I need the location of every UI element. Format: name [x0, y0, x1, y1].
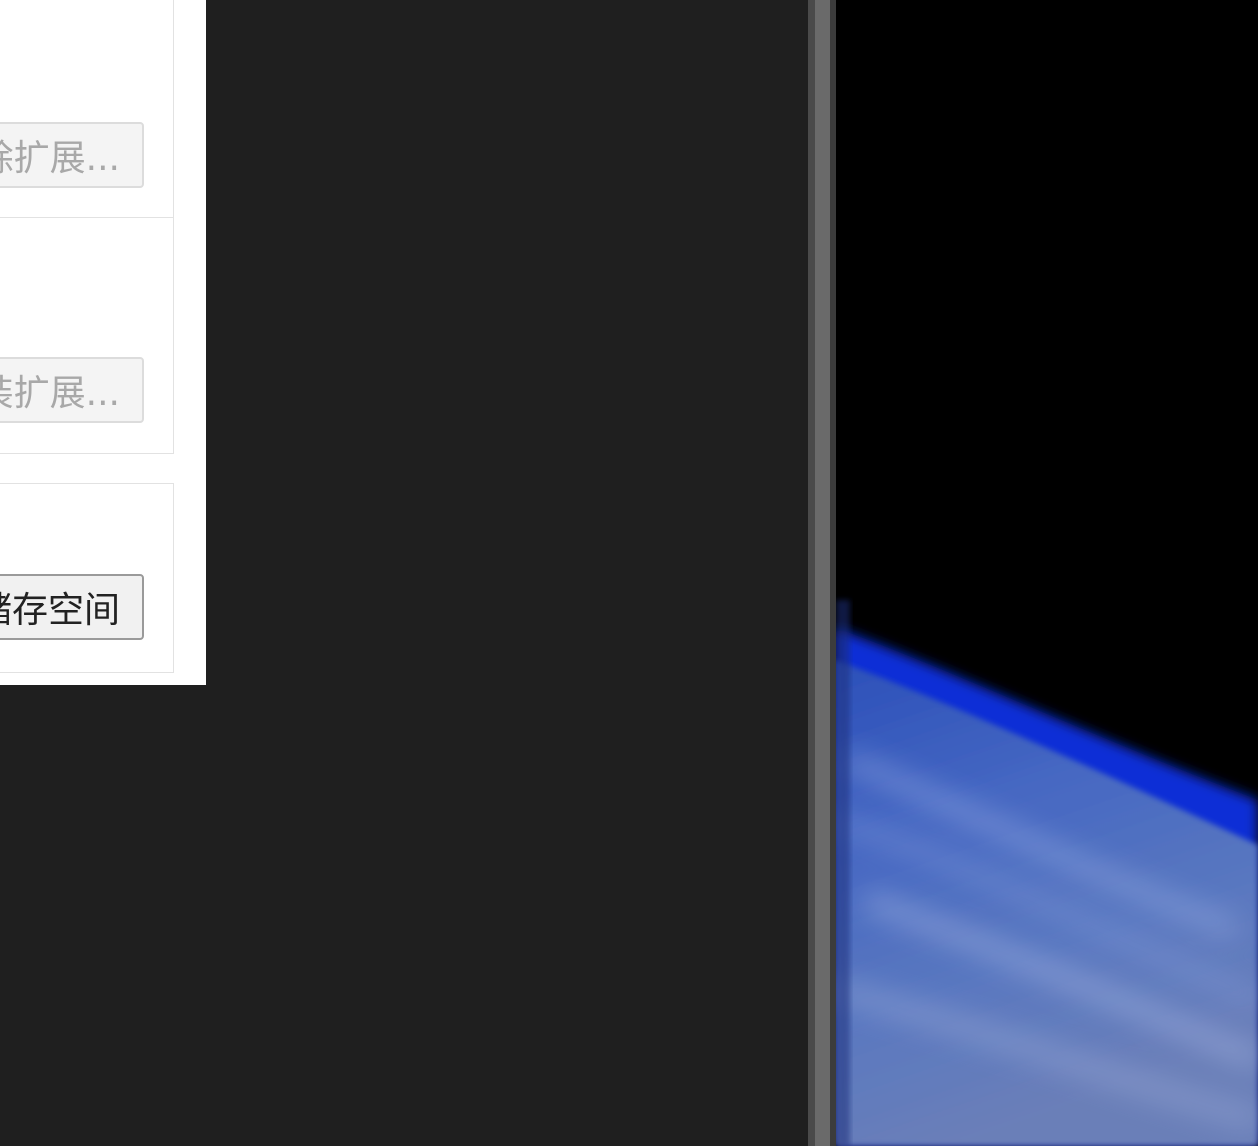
settings-dialog: 除扩展... 装扩展... 储存空间: [0, 0, 206, 685]
storage-button[interactable]: 储存空间: [0, 574, 144, 640]
remove-extension-button[interactable]: 除扩展...: [0, 122, 144, 188]
panel-divider[interactable]: [808, 0, 836, 1146]
earth-horizon-image: [836, 0, 1258, 1146]
screen: 除扩展... 装扩展... 储存空间: [0, 0, 1258, 1146]
install-extension-button[interactable]: 装扩展...: [0, 357, 144, 423]
